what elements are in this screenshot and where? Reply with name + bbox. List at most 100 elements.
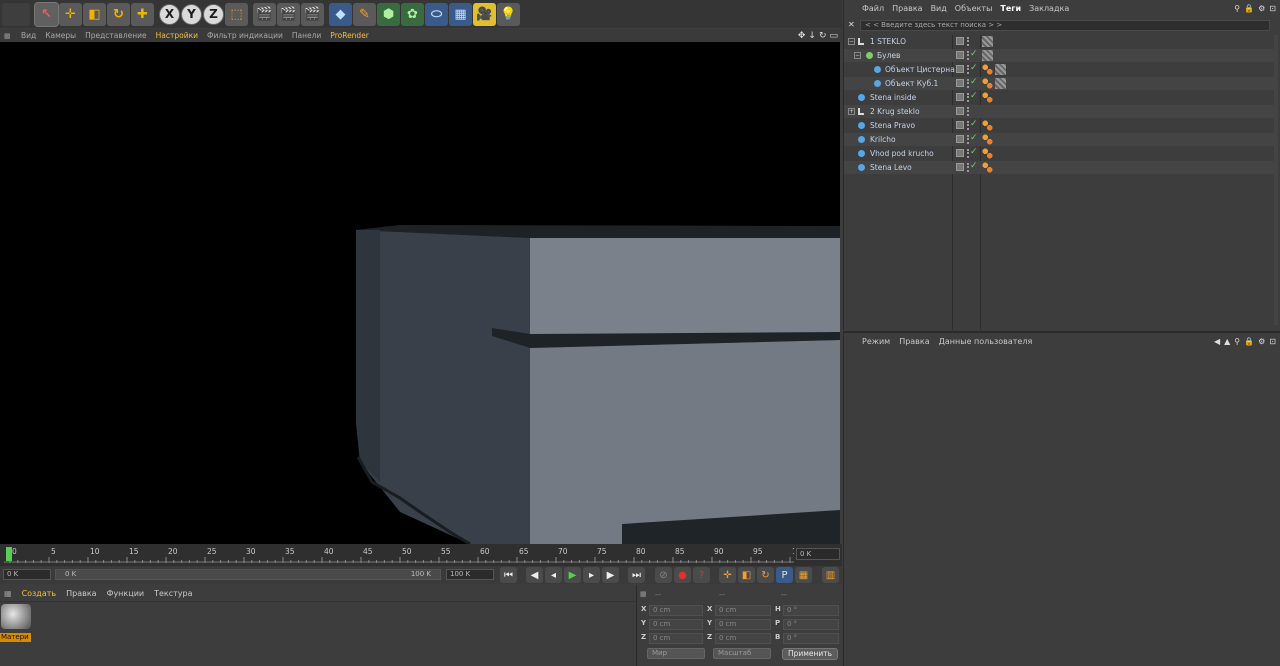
menu-mode[interactable]: Режим xyxy=(862,337,890,346)
menu-edit[interactable]: Правка xyxy=(66,589,96,598)
current-frame-field[interactable]: 0 K xyxy=(796,548,840,560)
autokey-icon[interactable]: ? xyxy=(693,567,710,583)
visibility-icon[interactable] xyxy=(956,163,964,171)
apply-button[interactable]: Применить xyxy=(782,648,838,660)
visibility-icon[interactable] xyxy=(956,107,964,115)
size-z-field[interactable]: 0 cm xyxy=(715,633,771,644)
search-icon[interactable]: ⚲ xyxy=(1234,337,1240,346)
undo-icon[interactable] xyxy=(2,2,30,26)
phong-tag-icon[interactable] xyxy=(982,120,993,131)
next-keyframe-icon[interactable]: ▶ xyxy=(602,567,619,583)
prev-keyframe-icon[interactable]: ◀ xyxy=(526,567,543,583)
render-picture-viewer-icon[interactable]: 🎬 xyxy=(277,2,300,26)
z-axis-icon[interactable]: Z xyxy=(203,3,224,25)
scale-icon[interactable]: ◧ xyxy=(83,2,106,26)
visibility-icon[interactable] xyxy=(956,51,964,59)
settings-icon[interactable]: ⚙ xyxy=(1258,4,1265,13)
menu-create[interactable]: Создать xyxy=(22,589,57,598)
phong-tag-icon[interactable] xyxy=(982,134,993,145)
object-search-input[interactable]: < < Введите здесь текст поиска > > xyxy=(860,20,1270,31)
close-search-icon[interactable]: ✕ xyxy=(848,20,855,29)
collapse-icon[interactable]: − xyxy=(854,52,861,59)
enabled-check-icon[interactable]: ✓ xyxy=(970,48,978,61)
grip-icon[interactable]: ▦ xyxy=(640,590,648,598)
select-arrow-icon[interactable]: ↖ xyxy=(34,1,59,27)
size-x-field[interactable]: 0 cm xyxy=(715,605,771,616)
material-tag-icon[interactable] xyxy=(982,50,993,61)
y-axis-icon[interactable]: Y xyxy=(181,3,202,25)
grip-icon[interactable]: ▦ xyxy=(4,32,12,40)
editor-render-dots-icon[interactable] xyxy=(967,37,971,46)
lock-icon[interactable]: 🔒 xyxy=(1244,4,1254,13)
visibility-icon[interactable] xyxy=(956,37,964,45)
menu-tags[interactable]: Теги xyxy=(1000,4,1021,13)
size-y-field[interactable]: 0 cm xyxy=(715,619,771,630)
up-arrow-icon[interactable]: ▲ xyxy=(1224,337,1230,346)
lock-icon[interactable]: 🔒 xyxy=(1244,337,1254,346)
phong-tag-icon[interactable] xyxy=(982,78,993,89)
visibility-icon[interactable] xyxy=(956,65,964,73)
phong-tag-icon[interactable] xyxy=(982,64,993,75)
3d-viewport[interactable] xyxy=(0,42,840,544)
enabled-check-icon[interactable]: ✓ xyxy=(970,118,978,131)
enabled-check-icon[interactable]: ✓ xyxy=(970,76,978,89)
record-disabled-icon[interactable]: ⊘ xyxy=(655,567,672,583)
end-frame-field[interactable]: 100 K xyxy=(446,569,494,580)
phong-tag-icon[interactable] xyxy=(982,92,993,103)
coord-mode-dropdown[interactable]: Мир xyxy=(647,648,705,659)
rotation-p-field[interactable]: 0 ° xyxy=(783,619,839,630)
pen-spline-icon[interactable]: ✎ xyxy=(353,2,376,26)
timeline[interactable]: 0 5 10 15 20 25 30 35 40 45 50 55 60 65 70 75 80 85 90 95 10… xyxy=(0,544,842,566)
list-item[interactable]: Stena Pravo ✓ xyxy=(844,119,1274,132)
visibility-icon[interactable] xyxy=(956,121,964,129)
pan-icon[interactable]: ✥ xyxy=(798,31,806,41)
material-tag-icon[interactable] xyxy=(982,36,993,47)
list-item[interactable]: Объект Куб.1 ✓ xyxy=(844,77,1274,90)
cube-icon[interactable]: ◆ xyxy=(329,2,352,26)
enabled-check-icon[interactable]: ✓ xyxy=(970,132,978,145)
keyframe-move-icon[interactable]: ✛ xyxy=(719,567,736,583)
new-panel-icon[interactable]: ⊡ xyxy=(1269,4,1276,13)
playhead[interactable] xyxy=(6,547,12,561)
expand-icon[interactable]: + xyxy=(848,108,855,115)
list-item[interactable]: Stena Levo ✓ xyxy=(844,161,1274,174)
record-icon[interactable]: ● xyxy=(674,567,691,583)
visibility-icon[interactable] xyxy=(956,135,964,143)
visibility-icon[interactable] xyxy=(956,149,964,157)
back-arrow-icon[interactable]: ◀ xyxy=(1214,337,1220,346)
enabled-check-icon[interactable]: ✓ xyxy=(970,146,978,159)
menu-edit[interactable]: Правка xyxy=(892,4,922,13)
object-scrollbar[interactable] xyxy=(1274,35,1278,325)
menu-view[interactable]: Вид xyxy=(931,4,947,13)
search-icon[interactable]: ⚲ xyxy=(1234,4,1240,13)
go-to-start-icon[interactable]: ⏮ xyxy=(500,567,517,583)
menu-display[interactable]: Представление xyxy=(85,31,147,40)
list-item[interactable]: Vhod pod krucho ✓ xyxy=(844,147,1274,160)
list-item[interactable]: Stena inside ✓ xyxy=(844,91,1274,104)
dolly-icon[interactable]: ↓ xyxy=(808,31,816,41)
menu-function[interactable]: Функции xyxy=(107,589,145,598)
visibility-icon[interactable] xyxy=(956,79,964,87)
light-icon[interactable]: 💡 xyxy=(497,2,520,26)
enabled-check-icon[interactable]: ✓ xyxy=(970,62,978,75)
keyframe-scale-icon[interactable]: ◧ xyxy=(738,567,755,583)
material-thumbnail[interactable] xyxy=(1,604,31,629)
film-strip-icon[interactable]: ▥ xyxy=(822,567,839,583)
x-axis-icon[interactable]: X xyxy=(159,3,180,25)
transform-icon[interactable]: ✚ xyxy=(131,2,154,26)
material-tag-icon[interactable] xyxy=(995,64,1006,75)
rotation-b-field[interactable]: 0 ° xyxy=(783,633,839,644)
enabled-check-icon[interactable]: ✓ xyxy=(970,90,978,103)
camera-icon[interactable]: 🎥 xyxy=(473,2,496,26)
list-item[interactable]: Объект Цистерна ✓ xyxy=(844,63,1274,76)
menu-filter[interactable]: Фильтр индикации xyxy=(207,31,283,40)
menu-texture[interactable]: Текстура xyxy=(154,589,192,598)
menu-cameras[interactable]: Камеры xyxy=(45,31,76,40)
maximize-icon[interactable]: ▭ xyxy=(829,31,838,41)
list-item[interactable]: − Булев ✓ xyxy=(844,49,1274,62)
go-to-end-icon[interactable]: ⏭ xyxy=(628,567,645,583)
menu-edit[interactable]: Правка xyxy=(899,337,929,346)
list-item[interactable]: − 1 STEKLO xyxy=(844,35,1274,48)
new-panel-icon[interactable]: ⊡ xyxy=(1269,337,1276,346)
list-item[interactable]: Krilcho ✓ xyxy=(844,133,1274,146)
